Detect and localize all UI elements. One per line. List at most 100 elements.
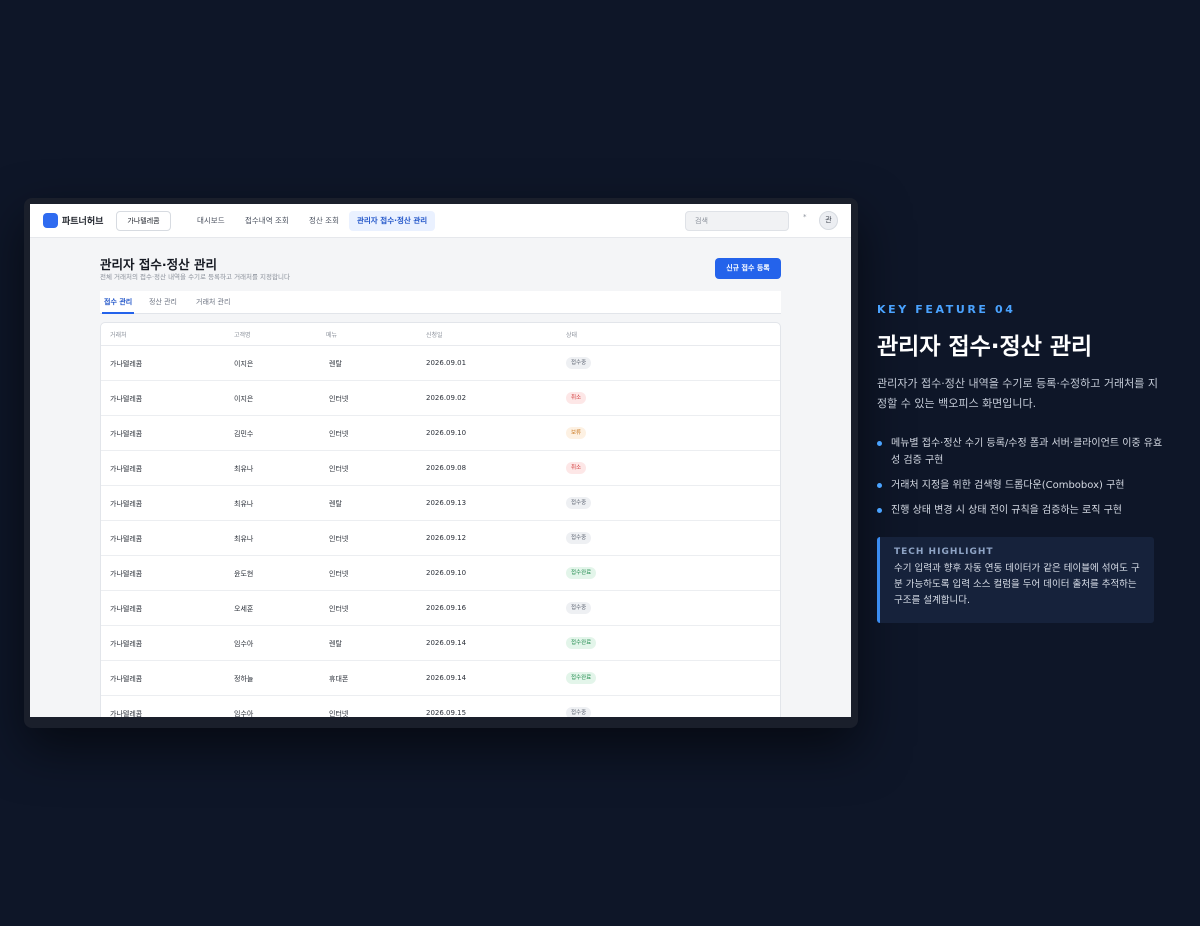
- cell-menu: 인터넷: [329, 535, 349, 543]
- table-row[interactable]: 가나텔레콤 윤도현 인터넷 2026.09.10 접수완료: [101, 556, 780, 591]
- status-badge: 접수완료: [566, 567, 597, 579]
- table-header: 거래처 고객명 메뉴 신청일 상태: [101, 323, 780, 346]
- feature-bullet: 진행 상태 변경 시 상태 전이 규칙을 검증하는 로직 구현: [877, 502, 1167, 519]
- bullet-dot-icon: [877, 483, 882, 488]
- feature-kicker: KEY FEATURE 04: [877, 303, 1016, 316]
- cell-partner: 가나텔레콤: [110, 570, 143, 578]
- cell-customer: 김민수: [234, 430, 254, 438]
- cell-customer: 이지은: [234, 360, 254, 368]
- feature-bullet-text: 진행 상태 변경 시 상태 전이 규칙을 검증하는 로직 구현: [891, 505, 1123, 516]
- cell-customer: 윤도현: [234, 570, 254, 578]
- company-selector[interactable]: 가나텔레콤: [116, 211, 171, 231]
- status-badge: 접수중: [566, 497, 592, 509]
- table-row[interactable]: 가나텔레콤 김민수 인터넷 2026.09.10 보류: [101, 416, 780, 451]
- tab-settlements[interactable]: 정산 관리: [147, 291, 179, 314]
- cell-partner: 가나텔레콤: [110, 535, 143, 543]
- cell-menu: 렌탈: [329, 640, 342, 648]
- tech-highlight-label: TECH HIGHLIGHT: [894, 547, 994, 557]
- search-input[interactable]: 검색: [685, 211, 789, 231]
- app-screen: 파트너허브 가나텔레콤 대시보드 접수내역 조회 정산 조회 관리자 접수·정산…: [30, 204, 851, 717]
- cell-date: 2026.09.13: [426, 499, 467, 507]
- cell-partner: 가나텔레콤: [110, 500, 143, 508]
- column-header-date[interactable]: 신청일: [426, 330, 443, 339]
- status-badge: 보류: [566, 427, 587, 439]
- cell-date: 2026.09.14: [426, 674, 467, 682]
- cell-customer: 최유나: [234, 535, 254, 543]
- top-navigation-bar: 파트너허브 가나텔레콤 대시보드 접수내역 조회 정산 조회 관리자 접수·정산…: [30, 204, 851, 238]
- cell-menu: 렌탈: [329, 500, 342, 508]
- cell-partner: 가나텔레콤: [110, 360, 143, 368]
- cell-date: 2026.09.10: [426, 429, 467, 437]
- cell-partner: 가나텔레콤: [110, 710, 143, 717]
- receipts-table: 거래처 고객명 메뉴 신청일 상태 가나텔레콤 이지은 렌탈 2026.09.01 접수…: [100, 322, 781, 717]
- status-badge: 취소: [566, 392, 587, 404]
- avatar[interactable]: 관: [819, 211, 838, 230]
- bullet-dot-icon: [877, 508, 882, 513]
- cell-partner: 가나텔레콤: [110, 430, 143, 438]
- cell-partner: 가나텔레콤: [110, 395, 143, 403]
- tab-bar: 접수 관리 정산 관리 거래처 관리: [100, 291, 781, 314]
- feature-bullet: 거래처 지정을 위한 검색형 드롭다운(Combobox) 구현: [877, 477, 1167, 494]
- cell-date: 2026.09.01: [426, 359, 467, 367]
- new-receipt-button[interactable]: 신규 접수 등록: [715, 258, 781, 279]
- cell-menu: 휴대폰: [329, 675, 349, 683]
- column-header-partner[interactable]: 거래처: [110, 330, 127, 339]
- table-row[interactable]: 가나텔레콤 임수아 인터넷 2026.09.15 접수중: [101, 696, 780, 717]
- bullet-dot-icon: [877, 441, 882, 446]
- cell-menu: 인터넷: [329, 395, 349, 403]
- status-badge: 접수완료: [566, 637, 597, 649]
- cell-partner: 가나텔레콤: [110, 605, 143, 613]
- logo-text: 파트너허브: [62, 217, 104, 227]
- page-subtitle: 전체 거래처의 접수·정산 내역을 수기로 등록하고 거래처를 지정합니다: [100, 273, 290, 281]
- nav-admin-management[interactable]: 관리자 접수·정산 관리: [349, 211, 436, 231]
- table-row[interactable]: 가나텔레콤 정하늘 휴대폰 2026.09.14 접수완료: [101, 661, 780, 696]
- cell-date: 2026.09.12: [426, 534, 467, 542]
- status-badge: 접수완료: [566, 672, 597, 684]
- cell-menu: 인터넷: [329, 430, 349, 438]
- column-header-customer[interactable]: 고객명: [234, 330, 251, 339]
- cell-customer: 이지은: [234, 395, 254, 403]
- cell-date: 2026.09.08: [426, 464, 467, 472]
- feature-bullet: 메뉴별 접수·정산 수기 등록/수정 폼과 서버·클라이언트 이중 유효성 검증…: [877, 435, 1167, 469]
- feature-bullet-text: 거래처 지정을 위한 검색형 드롭다운(Combobox) 구현: [891, 480, 1125, 491]
- cell-date: 2026.09.10: [426, 569, 467, 577]
- cell-customer: 최유나: [234, 465, 254, 473]
- cell-date: 2026.09.02: [426, 394, 467, 402]
- tech-highlight-text: 수기 입력과 향후 자동 연동 데이터가 같은 테이블에 섞여도 구분 가능하도…: [894, 563, 1140, 606]
- feature-description: 관리자가 접수·정산 내역을 수기로 등록·수정하고 거래처를 지정할 수 있는…: [877, 377, 1158, 410]
- cell-customer: 임수아: [234, 710, 254, 717]
- cell-menu: 인터넷: [329, 570, 349, 578]
- status-badge: 취소: [566, 462, 587, 474]
- tab-partners[interactable]: 거래처 관리: [194, 291, 232, 314]
- table-row[interactable]: 가나텔레콤 최유나 인터넷 2026.09.12 접수중: [101, 521, 780, 556]
- feature-bullet-text: 메뉴별 접수·정산 수기 등록/수정 폼과 서버·클라이언트 이중 유효성 검증…: [891, 438, 1163, 466]
- status-badge: 접수중: [566, 707, 592, 717]
- cell-date: 2026.09.14: [426, 639, 467, 647]
- feature-bullet-list: 메뉴별 접수·정산 수기 등록/수정 폼과 서버·클라이언트 이중 유효성 검증…: [877, 435, 1167, 527]
- status-badge: 접수중: [566, 357, 592, 369]
- table-row[interactable]: 가나텔레콤 이지은 인터넷 2026.09.02 취소: [101, 381, 780, 416]
- column-header-menu[interactable]: 메뉴: [326, 330, 337, 339]
- table-row[interactable]: 가나텔레콤 최유나 렌탈 2026.09.13 접수중: [101, 486, 780, 521]
- nav-receipt-history[interactable]: 접수내역 조회: [237, 211, 297, 231]
- table-row[interactable]: 가나텔레콤 임수아 렌탈 2026.09.14 접수완료: [101, 626, 780, 661]
- cell-partner: 가나텔레콤: [110, 465, 143, 473]
- cell-customer: 정하늘: [234, 675, 254, 683]
- status-badge: 접수중: [566, 532, 592, 544]
- nav-settlement[interactable]: 정산 조회: [301, 211, 347, 231]
- nav-dashboard[interactable]: 대시보드: [189, 211, 233, 231]
- cell-customer: 최유나: [234, 500, 254, 508]
- cell-menu: 인터넷: [329, 605, 349, 613]
- tab-receipts[interactable]: 접수 관리: [102, 291, 135, 314]
- status-badge: 접수중: [566, 602, 592, 614]
- cell-customer: 임수아: [234, 640, 254, 648]
- cell-partner: 가나텔레콤: [110, 675, 143, 683]
- column-header-status[interactable]: 상태: [566, 330, 577, 339]
- table-row[interactable]: 가나텔레콤 최유나 인터넷 2026.09.08 취소: [101, 451, 780, 486]
- table-row[interactable]: 가나텔레콤 이지은 렌탈 2026.09.01 접수중: [101, 346, 780, 381]
- feature-title: 관리자 접수·정산 관리: [877, 334, 1093, 360]
- notification-icon[interactable]: *: [803, 213, 807, 221]
- cell-partner: 가나텔레콤: [110, 640, 143, 648]
- table-row[interactable]: 가나텔레콤 오세훈 인터넷 2026.09.16 접수중: [101, 591, 780, 626]
- tech-highlight-box: TECH HIGHLIGHT 수기 입력과 향후 자동 연동 데이터가 같은 테…: [877, 537, 1154, 623]
